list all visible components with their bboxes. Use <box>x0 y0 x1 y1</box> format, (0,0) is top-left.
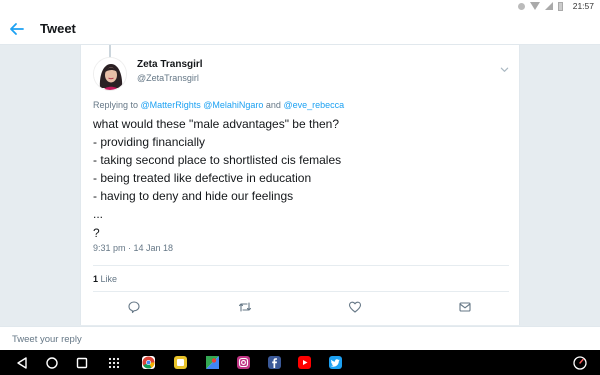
envelope-icon[interactable] <box>458 300 472 314</box>
app-grid-icon[interactable] <box>106 355 122 371</box>
mention-link[interactable]: @MelahiNgaro <box>203 100 263 110</box>
home-circle-icon[interactable] <box>44 355 60 371</box>
divider <box>93 291 509 292</box>
like-count-label: Like <box>100 274 118 284</box>
like-count-value: 1 <box>93 274 99 284</box>
tweet-text-line: - providing financially <box>93 135 206 150</box>
do-not-disturb-icon <box>517 2 525 10</box>
reply-conjunction: and <box>265 100 281 110</box>
page-title: Tweet <box>40 21 76 36</box>
tweet-text-line: - having to deny and hide our feelings <box>93 189 294 204</box>
app-header: Tweet <box>0 12 600 45</box>
divider <box>93 265 509 266</box>
display-name[interactable]: Zeta Transgirl <box>137 59 203 70</box>
reply-input[interactable] <box>12 331 572 347</box>
battery-icon <box>557 1 563 11</box>
speedometer-icon[interactable] <box>572 355 588 371</box>
back-arrow-icon[interactable] <box>7 19 27 39</box>
reply-icon[interactable] <box>127 300 141 314</box>
status-icons: 21:57 <box>517 0 594 12</box>
tweet-text-line: ? <box>93 225 100 240</box>
replying-to: Replying to @MatterRights @MelahiNgaro a… <box>93 100 344 110</box>
recents-square-icon[interactable] <box>74 355 90 371</box>
tweet-text-line: - taking second place to shortlisted cis… <box>93 153 342 168</box>
signal-icon <box>544 2 553 10</box>
tweet-timestamp: 9:31 pm · 14 Jan 18 <box>93 243 174 253</box>
chrome-icon[interactable] <box>142 356 155 369</box>
facebook-icon[interactable] <box>268 356 281 369</box>
avatar[interactable] <box>93 57 127 91</box>
chevron-down-icon[interactable] <box>500 61 509 72</box>
like-heart-icon[interactable] <box>348 300 362 314</box>
tweet-text-line: ... <box>93 207 104 222</box>
instagram-icon[interactable] <box>237 356 250 369</box>
retweet-icon[interactable] <box>238 300 252 314</box>
system-nav-bar <box>0 350 600 375</box>
tweet-text: what would these "male advantages" be th… <box>93 115 503 242</box>
twitter-icon[interactable] <box>329 356 342 369</box>
tweet-text-line: what would these "male advantages" be th… <box>93 117 340 131</box>
back-triangle-icon[interactable] <box>14 355 30 371</box>
wifi-icon <box>529 2 540 10</box>
replying-prefix: Replying to <box>93 100 139 110</box>
like-count[interactable]: 1 Like <box>93 274 117 284</box>
thread-connector <box>109 45 111 57</box>
reply-bar <box>0 326 600 350</box>
mention-link[interactable]: @MatterRights <box>141 100 201 110</box>
tweet-card: Zeta Transgirl @ZetaTransgirl Replying t… <box>80 45 520 325</box>
notes-app-icon[interactable] <box>174 356 187 369</box>
user-handle[interactable]: @ZetaTransgirl <box>137 73 199 83</box>
status-time: 21:57 <box>572 1 594 11</box>
mention-link[interactable]: @eve_rebecca <box>283 100 344 110</box>
youtube-icon[interactable] <box>298 356 311 369</box>
status-bar: 21:57 <box>0 0 600 12</box>
tweet-text-line: - being treated like defective in educat… <box>93 171 312 186</box>
maps-icon[interactable] <box>206 356 219 369</box>
